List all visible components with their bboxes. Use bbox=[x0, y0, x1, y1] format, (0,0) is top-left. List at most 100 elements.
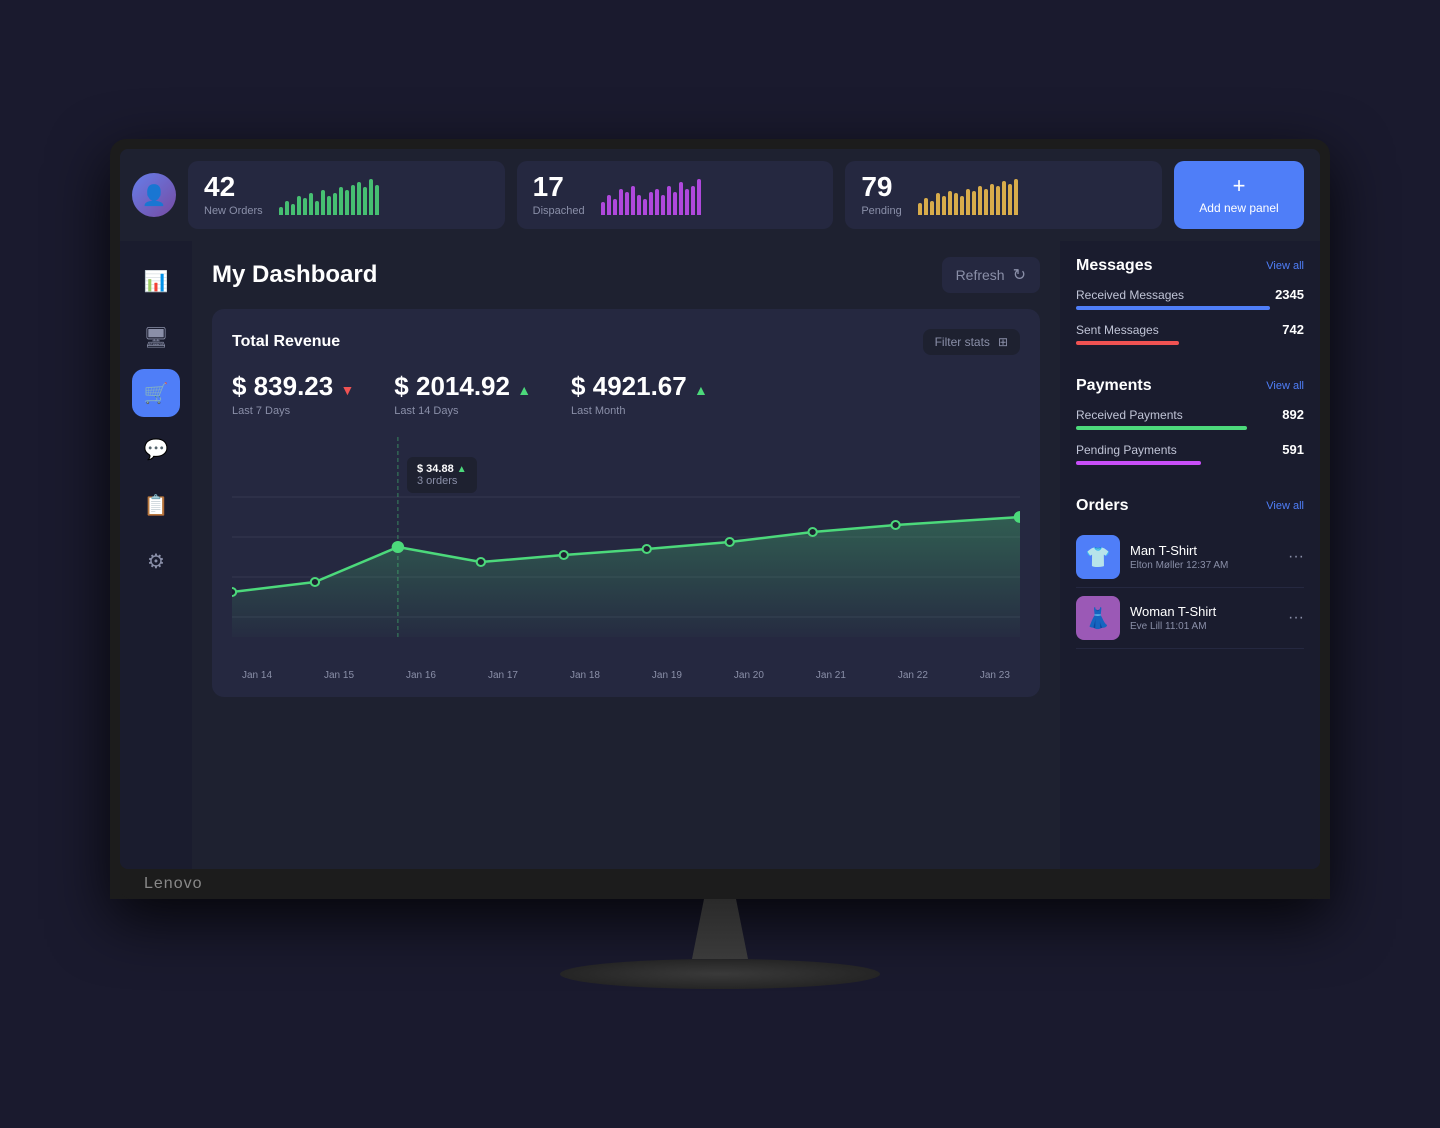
payments-header: Payments View all bbox=[1076, 377, 1304, 395]
stat-info: 42 New Orders bbox=[204, 173, 263, 217]
progress-bar bbox=[1076, 426, 1247, 430]
sidebar-item-chat-icon[interactable]: 💬 bbox=[132, 425, 180, 473]
payments-title: Payments bbox=[1076, 377, 1152, 395]
message-item: Pending Payments 591 bbox=[1076, 442, 1304, 465]
filter-stats-button[interactable]: Filter stats ⊞ bbox=[923, 329, 1020, 355]
order-options-button[interactable]: ··· bbox=[1288, 548, 1304, 566]
add-panel-label: Add new panel bbox=[1199, 201, 1278, 215]
stat-number: 42 bbox=[204, 173, 263, 201]
stat-cards: 42 New Orders 17 Dispached 79 Pending bbox=[188, 161, 1162, 229]
page-title: My Dashboard bbox=[212, 261, 377, 289]
sidebar-item-chart-icon[interactable]: 📊 bbox=[132, 257, 180, 305]
dashboard-header: My Dashboard Refresh ↻ bbox=[212, 257, 1040, 293]
orders-section: Orders View all 👕 Man T-Shirt Elton Møll… bbox=[1076, 497, 1304, 649]
refresh-label: Refresh bbox=[956, 267, 1005, 283]
order-thumbnail: 👕 bbox=[1076, 535, 1120, 579]
revenue-stat-2: $ 4921.67 ▲ Last Month bbox=[571, 371, 708, 417]
revenue-period: Last 14 Days bbox=[394, 405, 531, 417]
payments-section: Payments View all Received Payments 892 … bbox=[1076, 377, 1304, 477]
payments-view-all[interactable]: View all bbox=[1266, 380, 1304, 392]
message-label: Sent Messages bbox=[1076, 323, 1159, 337]
progress-bar bbox=[1076, 461, 1201, 465]
stat-number: 79 bbox=[861, 173, 901, 201]
messages-list: Received Messages 2345 Sent Messages 742 bbox=[1076, 287, 1304, 345]
x-axis-label: Jan 16 bbox=[406, 670, 436, 681]
revenue-amount: $ 839.23 ▼ bbox=[232, 371, 354, 402]
stand-base bbox=[560, 959, 880, 989]
screen: 👤 42 New Orders 17 Dispached 79 Pending … bbox=[120, 149, 1320, 869]
order-thumbnail: 👗 bbox=[1076, 596, 1120, 640]
monitor-wrapper: 👤 42 New Orders 17 Dispached 79 Pending … bbox=[110, 139, 1330, 989]
x-axis-label: Jan 23 bbox=[980, 670, 1010, 681]
x-axis-label: Jan 22 bbox=[898, 670, 928, 681]
stand-neck bbox=[680, 899, 760, 959]
orders-title: Orders bbox=[1076, 497, 1128, 515]
messages-view-all[interactable]: View all bbox=[1266, 260, 1304, 272]
message-count: 742 bbox=[1282, 322, 1304, 337]
revenue-amount: $ 2014.92 ▲ bbox=[394, 371, 531, 402]
revenue-stats: $ 839.23 ▼ Last 7 Days $ 2014.92 ▲ Last … bbox=[232, 371, 1020, 417]
order-item: 👕 Man T-Shirt Elton Møller 12:37 AM ··· bbox=[1076, 527, 1304, 588]
dashboard-area: My Dashboard Refresh ↻ Total Revenue Fil… bbox=[192, 241, 1060, 869]
stat-info: 17 Dispached bbox=[533, 173, 585, 217]
revenue-header: Total Revenue Filter stats ⊞ bbox=[232, 329, 1020, 355]
message-count: 892 bbox=[1282, 407, 1304, 422]
payments-list: Received Payments 892 Pending Payments 5… bbox=[1076, 407, 1304, 465]
message-item: Sent Messages 742 bbox=[1076, 322, 1304, 345]
message-label: Pending Payments bbox=[1076, 443, 1177, 457]
progress-bar bbox=[1076, 341, 1179, 345]
message-count: 2345 bbox=[1275, 287, 1304, 302]
x-axis-label: Jan 18 bbox=[570, 670, 600, 681]
x-labels: Jan 14Jan 15Jan 16Jan 17Jan 18Jan 19Jan … bbox=[232, 670, 1020, 681]
stat-card-1: 17 Dispached bbox=[517, 161, 834, 229]
sidebar-item-settings-icon[interactable]: ⚙ bbox=[132, 537, 180, 585]
refresh-button[interactable]: Refresh ↻ bbox=[942, 257, 1040, 293]
stat-info: 79 Pending bbox=[861, 173, 901, 217]
sidebar-item-clipboard-icon[interactable]: 📋 bbox=[132, 481, 180, 529]
order-meta: Elton Møller 12:37 AM bbox=[1130, 560, 1278, 571]
stat-card-0: 42 New Orders bbox=[188, 161, 505, 229]
sidebar-item-cart-icon[interactable]: 🛒 bbox=[132, 369, 180, 417]
stat-label: New Orders bbox=[204, 205, 263, 217]
x-axis-label: Jan 15 bbox=[324, 670, 354, 681]
orders-list: 👕 Man T-Shirt Elton Møller 12:37 AM ··· … bbox=[1076, 527, 1304, 649]
message-count: 591 bbox=[1282, 442, 1304, 457]
trend-up-icon: ▲ bbox=[694, 382, 708, 398]
order-options-button[interactable]: ··· bbox=[1288, 609, 1304, 627]
filter-stats-icon: ⊞ bbox=[998, 335, 1008, 349]
top-bar: 👤 42 New Orders 17 Dispached 79 Pending … bbox=[120, 149, 1320, 241]
monitor-stand bbox=[560, 899, 880, 989]
sidebar-item-monitor-icon[interactable]: 🖥 bbox=[132, 313, 180, 361]
x-axis-label: Jan 20 bbox=[734, 670, 764, 681]
order-info: Man T-Shirt Elton Møller 12:37 AM bbox=[1130, 543, 1278, 571]
monitor-bezel-bottom: Lenovo bbox=[120, 869, 1320, 899]
add-panel-button[interactable]: + Add new panel bbox=[1174, 161, 1304, 229]
chart-container: $ 34.88 ▲ 3 orders bbox=[232, 437, 1020, 677]
revenue-period: Last 7 Days bbox=[232, 405, 354, 417]
message-bar-row: Received Messages 2345 bbox=[1076, 287, 1304, 302]
order-info: Woman T-Shirt Eve Lill 11:01 AM bbox=[1130, 604, 1278, 632]
revenue-stat-1: $ 2014.92 ▲ Last 14 Days bbox=[394, 371, 531, 417]
order-meta: Eve Lill 11:01 AM bbox=[1130, 621, 1278, 632]
messages-title: Messages bbox=[1076, 257, 1153, 275]
chart-tooltip: $ 34.88 ▲ 3 orders bbox=[407, 457, 477, 493]
main-content: 📊 🖥 🛒 💬 📋 ⚙ My Dashboard Refresh ↻ Total Reve… bbox=[120, 241, 1320, 869]
progress-bar bbox=[1076, 306, 1270, 310]
line-chart bbox=[232, 437, 1020, 657]
stat-card-2: 79 Pending bbox=[845, 161, 1162, 229]
tooltip-arrow-icon: ▲ bbox=[457, 464, 467, 475]
plus-icon: + bbox=[1233, 175, 1246, 197]
brand-label: Lenovo bbox=[144, 875, 203, 893]
stat-label: Pending bbox=[861, 205, 901, 217]
message-item: Received Messages 2345 bbox=[1076, 287, 1304, 310]
message-label: Received Messages bbox=[1076, 288, 1184, 302]
message-label: Received Payments bbox=[1076, 408, 1183, 422]
order-item: 👗 Woman T-Shirt Eve Lill 11:01 AM ··· bbox=[1076, 588, 1304, 649]
message-bar-row: Sent Messages 742 bbox=[1076, 322, 1304, 337]
avatar[interactable]: 👤 bbox=[132, 173, 176, 217]
messages-section: Messages View all Received Messages 2345… bbox=[1076, 257, 1304, 357]
mini-chart bbox=[279, 175, 379, 215]
x-axis-label: Jan 21 bbox=[816, 670, 846, 681]
orders-view-all[interactable]: View all bbox=[1266, 500, 1304, 512]
filter-stats-label: Filter stats bbox=[935, 335, 990, 349]
